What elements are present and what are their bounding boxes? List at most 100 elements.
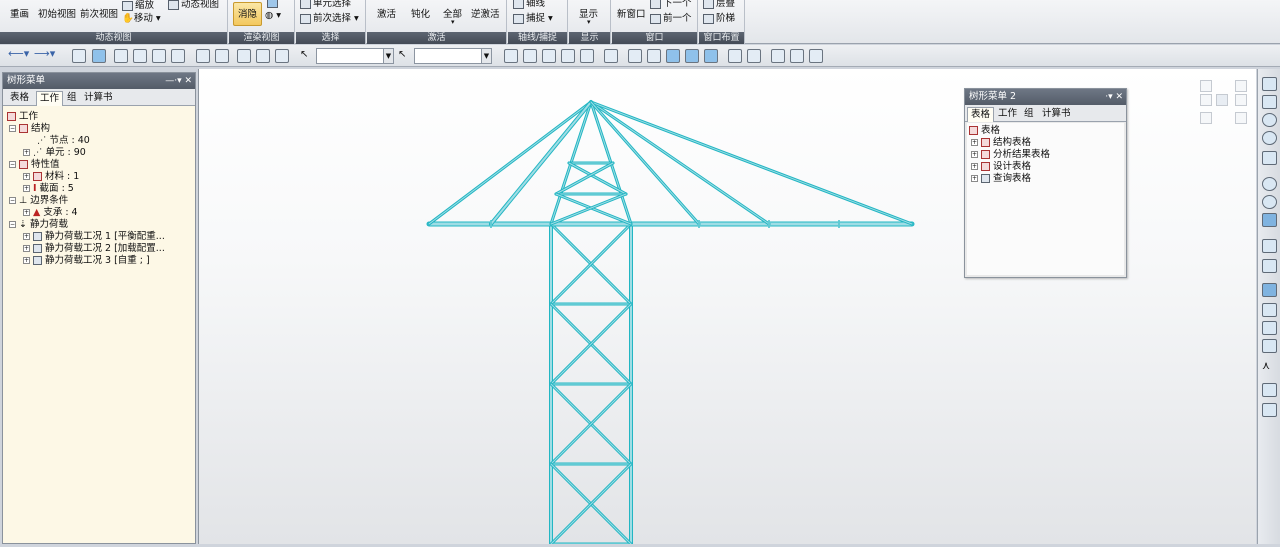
tree-item-loadcase-3[interactable]: + 静力荷载工况 3 [自重 ; ] (23, 255, 150, 266)
panel-controls[interactable]: —‧▾ ✕ (165, 73, 192, 89)
view-top-icon[interactable] (1262, 283, 1277, 297)
zoom-in-icon[interactable] (1262, 113, 1277, 127)
select-point-icon[interactable] (114, 49, 128, 63)
fit-icon[interactable] (628, 49, 642, 63)
chevron-down-icon[interactable]: ▾ (587, 18, 591, 26)
cascade-button[interactable]: 层叠 (703, 0, 735, 9)
tree-item-structure-tables[interactable]: + 结构表格 (971, 137, 1031, 148)
tree-item-loadcase-2[interactable]: + 静力荷载工况 2 [加载配置... (23, 243, 165, 254)
capture-icon[interactable] (771, 49, 785, 63)
tower-head-diagonal[interactable] (549, 192, 628, 226)
expand-icon[interactable]: + (23, 185, 30, 192)
view-back-icon[interactable] (1262, 339, 1277, 353)
tab-report[interactable]: 计算书 (81, 91, 116, 106)
view-right-icon[interactable] (1262, 321, 1277, 335)
inverse-activate-button[interactable]: 逆激活 (471, 6, 500, 20)
tile-button[interactable]: 阶梯 (703, 10, 735, 24)
tab-group[interactable]: 组 (1021, 107, 1037, 122)
previous-select-button[interactable]: 前次选择 ▾ (300, 10, 359, 24)
collapse-icon[interactable]: − (9, 197, 16, 204)
iso-view-icon[interactable]: ⋏ (1262, 359, 1277, 373)
deactivate-icon[interactable] (523, 49, 537, 63)
redraw-button[interactable]: 重画 (10, 6, 29, 20)
tree-item-query-tables[interactable]: + 查询表格 (971, 173, 1031, 184)
tree-item-result-tables[interactable]: + 分析结果表格 (971, 149, 1050, 160)
expand-icon[interactable]: + (23, 245, 30, 252)
tree-item-loadcase-1[interactable]: + 静力荷载工况 1 [平衡配重... (23, 231, 165, 242)
select-window-icon[interactable] (133, 49, 147, 63)
collapse-icon[interactable]: − (9, 221, 16, 228)
chevron-down-icon[interactable]: ▼ (481, 49, 491, 63)
pan-icon[interactable] (1262, 213, 1277, 227)
tree-item-elements[interactable]: + ⋰ 单元 : 90 (23, 147, 86, 158)
jib-tie[interactable] (589, 100, 771, 226)
monitor-icon[interactable] (704, 49, 718, 63)
activate-button[interactable]: 激活 (377, 6, 396, 20)
layout-b-icon[interactable] (685, 49, 699, 63)
expand-icon[interactable]: + (971, 139, 978, 146)
undo-arrow-icon[interactable]: ⟵▾ (8, 47, 30, 61)
dynamic-view-button[interactable]: 动态视图 (168, 0, 219, 10)
collapse-icon[interactable]: − (9, 161, 16, 168)
tower-head-diagonal[interactable] (554, 192, 633, 226)
new-window-button[interactable]: 新窗口 (617, 6, 646, 20)
tree-icon[interactable] (92, 49, 106, 63)
previous-window-button[interactable]: 前一个 (650, 10, 692, 24)
collapse-icon[interactable]: − (9, 125, 16, 132)
deactivate-button[interactable]: 钝化 (411, 6, 430, 20)
initial-view-button[interactable]: 初始视图 (38, 6, 76, 20)
node-number-icon[interactable] (728, 49, 742, 63)
view-cube[interactable] (1200, 80, 1248, 126)
chart-icon[interactable] (580, 49, 594, 63)
view-cube-face[interactable] (1235, 94, 1247, 106)
counter-jib-tie[interactable] (427, 100, 593, 226)
jib-tie[interactable] (589, 100, 914, 226)
layout-a-icon[interactable] (666, 49, 680, 63)
redo-arrow-icon[interactable]: ⟶▾ (34, 47, 56, 61)
tree-item-work[interactable]: 工作 (7, 111, 38, 122)
view-front-icon[interactable] (1262, 259, 1277, 273)
tab-work[interactable]: 工作 (36, 91, 64, 106)
tree-item-design-tables[interactable]: + 设计表格 (971, 161, 1031, 172)
tree-item-properties[interactable]: − 特性值 (9, 159, 60, 170)
table-view-icon[interactable] (72, 49, 86, 63)
node-filter-select[interactable]: ▼ (316, 48, 394, 64)
panel-controls[interactable]: ‧▾ ✕ (1105, 89, 1123, 105)
tree-item-static-loads[interactable]: − ⇣ 静力荷载 (9, 219, 68, 230)
tab-report[interactable]: 计算书 (1039, 107, 1074, 122)
expand-icon[interactable]: + (971, 175, 978, 182)
element-number-icon[interactable] (747, 49, 761, 63)
view-cube-corner[interactable] (1235, 80, 1247, 92)
unselect-all-icon[interactable] (215, 49, 229, 63)
zoom-out-icon[interactable] (1262, 131, 1277, 145)
activate-icon[interactable] (504, 49, 518, 63)
expand-icon[interactable]: + (971, 151, 978, 158)
lock-icon[interactable] (790, 49, 804, 63)
rotate-icon[interactable] (1262, 195, 1277, 209)
hidden-button[interactable]: 消隐 (233, 2, 263, 26)
expand-icon[interactable]: + (23, 173, 30, 180)
snap-button[interactable]: 捕捉 ▾ (513, 10, 553, 24)
magnify-icon[interactable] (1262, 177, 1277, 191)
tree-item-nodes[interactable]: ⋰ 节点 : 40 (37, 135, 90, 146)
next-window-button[interactable]: 下一个 (650, 0, 692, 9)
cursor-icon[interactable]: ↖ (300, 49, 314, 63)
measure-icon[interactable] (604, 49, 618, 63)
filter-element-icon[interactable] (256, 49, 270, 63)
tree-item-section[interactable]: + I 截面 : 5 (23, 183, 74, 194)
tree-item-material[interactable]: + 材料 : 1 (23, 171, 79, 182)
zoom-all-icon[interactable] (1262, 151, 1277, 165)
render-mode-dropdown[interactable]: ◍ ▾ (265, 10, 281, 21)
expand-icon[interactable]: + (23, 149, 30, 156)
swap-icon[interactable] (542, 49, 556, 63)
tree-item-structure[interactable]: − 结构 (9, 123, 50, 134)
element-filter-select[interactable]: ▼ (414, 48, 492, 64)
pan-button[interactable]: ✋移动 ▾ (122, 10, 161, 24)
back-icon[interactable] (647, 49, 661, 63)
play-icon[interactable] (561, 49, 575, 63)
circle-select-icon[interactable] (275, 49, 289, 63)
unlock-icon[interactable] (809, 49, 823, 63)
render-icon[interactable] (1262, 239, 1277, 253)
expand-icon[interactable]: + (23, 209, 30, 216)
view-cube-corner[interactable] (1200, 80, 1212, 92)
